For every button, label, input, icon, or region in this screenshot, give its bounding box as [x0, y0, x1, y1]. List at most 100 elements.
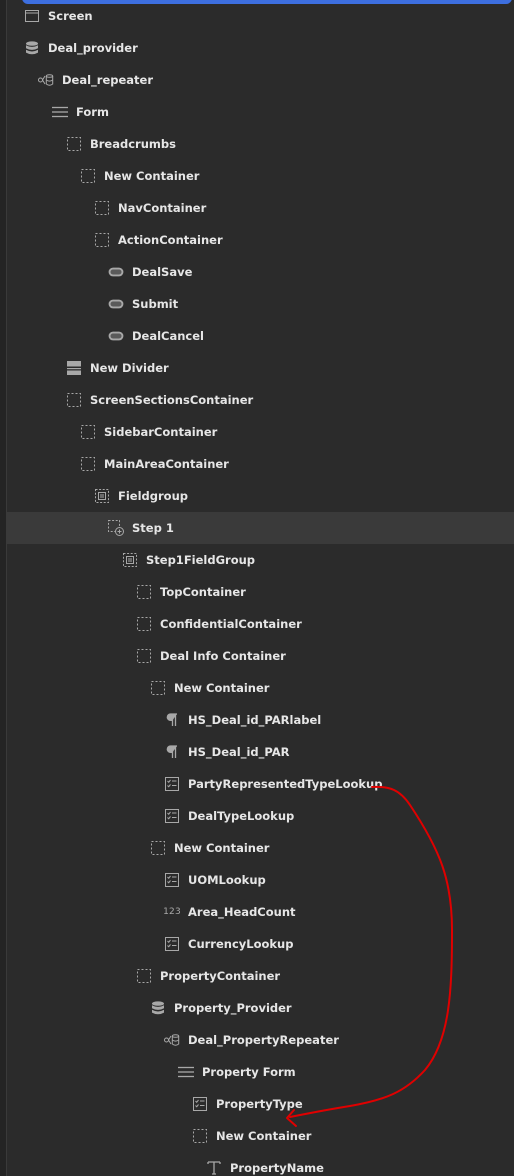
layer-item-label: PartyRepresentedTypeLookup — [188, 777, 383, 791]
repeater-icon — [38, 72, 54, 88]
layer-item-label: Fieldgroup — [118, 489, 188, 503]
layer-item-step-1[interactable]: Step 1 — [6, 512, 514, 544]
layer-item-deal-info-container[interactable]: Deal Info Container — [6, 640, 514, 672]
layer-item-hs-deal-id-par[interactable]: HS_Deal_id_PAR — [6, 736, 514, 768]
layer-item-label: DealTypeLookup — [188, 809, 295, 823]
database-icon — [150, 1000, 166, 1016]
layer-item-screen[interactable]: Screen — [6, 0, 514, 32]
layer-item-topcontainer[interactable]: TopContainer — [6, 576, 514, 608]
number-icon: 123 — [163, 907, 181, 917]
layer-item-label: Deal_PropertyRepeater — [188, 1033, 339, 1047]
container-icon — [80, 168, 96, 184]
layer-item-hs-deal-id-parlabel[interactable]: HS_Deal_id_PARlabel — [6, 704, 514, 736]
lookup-icon — [164, 936, 180, 952]
layer-item-label: New Container — [174, 841, 270, 855]
layer-item-label: Breadcrumbs — [90, 137, 176, 151]
fieldgroup-icon — [94, 488, 110, 504]
layer-item-propertytype[interactable]: PropertyType — [6, 1088, 514, 1120]
database-icon — [24, 40, 40, 56]
layer-item-new-container[interactable]: New Container — [6, 160, 514, 192]
fieldgroup-icon — [122, 552, 138, 568]
layer-item-label: ConfidentialContainer — [160, 617, 302, 631]
layer-item-label: New Container — [174, 681, 270, 695]
layer-item-label: Step1FieldGroup — [146, 553, 256, 567]
paragraph-icon — [164, 712, 180, 728]
layer-item-property-provider[interactable]: Property_Provider — [6, 992, 514, 1024]
step-icon — [108, 520, 124, 536]
layer-item-deal-provider[interactable]: Deal_provider — [6, 32, 514, 64]
layer-item-mainareacontainer[interactable]: MainAreaContainer — [6, 448, 514, 480]
layer-item-label: ActionContainer — [118, 233, 223, 247]
container-icon — [150, 680, 166, 696]
layer-item-confidentialcontainer[interactable]: ConfidentialContainer — [6, 608, 514, 640]
layer-item-new-container[interactable]: New Container — [6, 672, 514, 704]
layer-item-screensectionscontainer[interactable]: ScreenSectionsContainer — [6, 384, 514, 416]
layer-item-label: CurrencyLookup — [188, 937, 294, 951]
layer-item-sidebarcontainer[interactable]: SidebarContainer — [6, 416, 514, 448]
layer-item-label: PropertyContainer — [160, 969, 281, 983]
layer-item-label: HS_Deal_id_PARlabel — [188, 713, 322, 727]
layer-item-new-divider[interactable]: New Divider — [6, 352, 514, 384]
layer-item-label: Submit — [132, 297, 179, 311]
container-icon — [136, 584, 152, 600]
layer-item-label: Property Form — [202, 1065, 296, 1079]
layer-item-breadcrumbs[interactable]: Breadcrumbs — [6, 128, 514, 160]
layer-item-actioncontainer[interactable]: ActionContainer — [6, 224, 514, 256]
layer-item-label: New Container — [104, 169, 200, 183]
lookup-icon — [164, 808, 180, 824]
form-icon — [52, 104, 68, 120]
layer-item-navcontainer[interactable]: NavContainer — [6, 192, 514, 224]
button-icon — [108, 264, 124, 280]
layer-item-new-container[interactable]: New Container — [6, 1120, 514, 1152]
text-icon — [206, 1160, 222, 1176]
form-icon — [178, 1064, 194, 1080]
layer-item-uomlookup[interactable]: UOMLookup — [6, 864, 514, 896]
layer-item-label: Deal_provider — [48, 41, 138, 55]
layer-item-step1fieldgroup[interactable]: Step1FieldGroup — [6, 544, 514, 576]
layer-item-label: DealCancel — [132, 329, 204, 343]
container-icon — [94, 232, 110, 248]
layer-item-label: MainAreaContainer — [104, 457, 229, 471]
layer-item-deal-propertyrepeater[interactable]: Deal_PropertyRepeater — [6, 1024, 514, 1056]
container-icon — [136, 648, 152, 664]
container-icon — [66, 392, 82, 408]
layer-item-fieldgroup[interactable]: Fieldgroup — [6, 480, 514, 512]
layer-item-label: ScreenSectionsContainer — [90, 393, 254, 407]
layer-item-form[interactable]: Form — [6, 96, 514, 128]
layer-item-label: Form — [76, 105, 109, 119]
layer-item-label: DealSave — [132, 265, 193, 279]
layer-item-propertyname[interactable]: PropertyName — [6, 1152, 514, 1176]
container-icon — [136, 968, 152, 984]
layer-item-label: PropertyName — [230, 1161, 324, 1175]
layer-item-currencylookup[interactable]: CurrencyLookup — [6, 928, 514, 960]
layer-item-label: UOMLookup — [188, 873, 266, 887]
layer-item-new-container[interactable]: New Container — [6, 832, 514, 864]
container-icon — [136, 616, 152, 632]
layer-item-label: New Container — [216, 1129, 312, 1143]
layer-item-label: PropertyType — [216, 1097, 303, 1111]
layer-item-label: Deal_repeater — [62, 73, 154, 87]
layer-item-label: Screen — [48, 9, 93, 23]
container-icon — [80, 456, 96, 472]
layer-item-dealcancel[interactable]: DealCancel — [6, 320, 514, 352]
layer-item-partyrepresentedtypelookup[interactable]: PartyRepresentedTypeLookup — [6, 768, 514, 800]
lookup-icon — [164, 872, 180, 888]
layer-item-propertycontainer[interactable]: PropertyContainer — [6, 960, 514, 992]
layers-tree-panel: Screen Deal_provider Deal_repeater Form Brea… — [0, 0, 514, 1176]
layer-item-dealsave[interactable]: DealSave — [6, 256, 514, 288]
container-icon — [94, 200, 110, 216]
layer-item-submit[interactable]: Submit — [6, 288, 514, 320]
container-icon — [80, 424, 96, 440]
layer-item-dealtypelookup[interactable]: DealTypeLookup — [6, 800, 514, 832]
container-icon — [66, 136, 82, 152]
lookup-icon — [192, 1096, 208, 1112]
button-icon — [108, 328, 124, 344]
layer-item-deal-repeater[interactable]: Deal_repeater — [6, 64, 514, 96]
layer-item-label: NavContainer — [118, 201, 207, 215]
layer-item-label: Area_HeadCount — [188, 905, 296, 919]
lookup-icon — [164, 776, 180, 792]
layer-item-property-form[interactable]: Property Form — [6, 1056, 514, 1088]
layer-item-label: Step 1 — [132, 521, 174, 535]
layer-item-label: Deal Info Container — [160, 649, 286, 663]
layer-item-area-headcount[interactable]: 123 Area_HeadCount — [6, 896, 514, 928]
